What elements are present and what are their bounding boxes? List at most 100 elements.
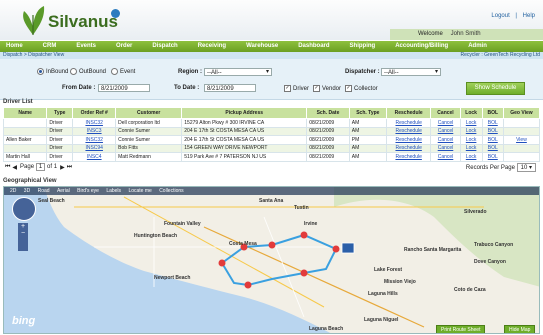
map-view[interactable]: 2D 3D Road Aerial Bird's eye Labels Loca…	[3, 186, 540, 334]
radio-inbound[interactable]: InBound	[37, 68, 68, 75]
last-page-icon[interactable]: ⏭	[67, 164, 72, 171]
map-locate-me[interactable]: Locate me	[128, 188, 151, 194]
checkbox-vendor[interactable]: ✓ Vendor	[313, 85, 341, 92]
bol-link[interactable]: BOL	[481, 143, 504, 153]
nav-admin[interactable]: Admin	[462, 41, 501, 52]
brand-logo[interactable]: Silvanus	[18, 3, 120, 37]
map-marker[interactable]	[300, 231, 308, 239]
reschedule-link[interactable]: Reschedule	[385, 118, 432, 128]
map-marker[interactable]	[218, 259, 226, 267]
prev-page-icon[interactable]: ◀	[12, 164, 17, 171]
nav-receiving[interactable]: Receiving	[192, 41, 240, 52]
lock-link[interactable]: Lock	[459, 143, 483, 153]
geo-view-link[interactable]	[502, 118, 541, 128]
help-link[interactable]: Help	[523, 13, 535, 19]
reschedule-link[interactable]: Reschedule	[385, 126, 432, 136]
col-sch-type[interactable]: Sch. Type	[348, 107, 387, 119]
geo-view-link[interactable]	[502, 126, 541, 136]
lock-link[interactable]: Lock	[459, 118, 483, 128]
radio-event-dot[interactable]	[111, 68, 118, 75]
col-customer[interactable]: Customer	[115, 107, 183, 119]
geo-view-link[interactable]	[502, 152, 541, 162]
next-page-icon[interactable]: ▶	[60, 164, 65, 171]
bol-link[interactable]: BOL	[481, 126, 504, 136]
checkbox-driver-box[interactable]: ✓	[284, 85, 291, 92]
cell-type: Driver	[46, 143, 74, 153]
map-compass-icon[interactable]	[12, 197, 36, 221]
map-zoom-control[interactable]: + −	[18, 223, 28, 251]
cancel-link[interactable]: Cancel	[430, 152, 461, 162]
map-mode-3d[interactable]: 3D	[24, 188, 30, 194]
radio-event-label: Event	[120, 68, 136, 75]
nav-dispatch[interactable]: Dispatch	[146, 41, 191, 52]
lock-link[interactable]: Lock	[459, 135, 483, 145]
bol-link[interactable]: BOL	[481, 152, 504, 162]
radio-inbound-dot[interactable]	[37, 68, 44, 75]
print-route-sheet-button[interactable]: Print Route Sheet	[436, 325, 486, 333]
nav-warehouse[interactable]: Warehouse	[240, 41, 292, 52]
first-page-icon[interactable]: ⏮	[5, 164, 10, 171]
map-collections[interactable]: Collections	[159, 188, 183, 194]
nav-shipping[interactable]: Shipping	[344, 41, 390, 52]
geo-view-link[interactable]: View	[502, 135, 541, 145]
nav-accounting-billing[interactable]: Accounting/Billing	[389, 41, 462, 52]
radio-outbound[interactable]: OutBound	[70, 68, 106, 75]
checkbox-collector[interactable]: ✓ Collector	[345, 85, 378, 92]
region-select[interactable]: --All--	[204, 68, 272, 76]
geo-view-link[interactable]	[502, 143, 541, 153]
zoom-out-icon[interactable]: −	[18, 230, 28, 237]
nav-order[interactable]: Order	[110, 41, 146, 52]
map-mode-aerial[interactable]: Aerial	[57, 188, 70, 194]
lock-link[interactable]: Lock	[459, 126, 483, 136]
map-mode-road[interactable]: Road	[38, 188, 50, 194]
col-name[interactable]: Name	[2, 107, 48, 119]
nav-crm[interactable]: CRM	[37, 41, 71, 52]
from-date-input[interactable]: 8/21/2009	[98, 84, 150, 92]
page-input[interactable]: 1	[36, 163, 46, 171]
map-marker[interactable]	[332, 245, 340, 253]
show-schedule-button[interactable]: Show Schedule	[466, 82, 525, 95]
nav-events[interactable]: Events	[70, 41, 110, 52]
order-ref-link[interactable]: INSC94	[72, 143, 117, 153]
col-type[interactable]: Type	[46, 107, 74, 119]
dispatcher-select[interactable]: --All--	[381, 68, 441, 76]
map-marker[interactable]	[300, 269, 308, 277]
cancel-link[interactable]: Cancel	[430, 143, 461, 153]
checkbox-driver[interactable]: ✓ Driver	[284, 85, 309, 92]
checkbox-collector-box[interactable]: ✓	[345, 85, 352, 92]
col-pickup-address[interactable]: Pickup Address	[181, 107, 308, 119]
map-mode-2d[interactable]: 2D	[10, 188, 16, 194]
order-ref-link[interactable]: INSC4	[72, 152, 117, 162]
radio-event[interactable]: Event	[111, 68, 135, 75]
col-sch-date[interactable]: Sch. Date	[306, 107, 350, 119]
zoom-in-icon[interactable]: +	[18, 223, 28, 230]
radio-outbound-dot[interactable]	[70, 68, 77, 75]
logout-link[interactable]: Logout	[491, 13, 509, 19]
cancel-link[interactable]: Cancel	[430, 126, 461, 136]
map-selected-marker[interactable]	[341, 242, 355, 254]
reschedule-link[interactable]: Reschedule	[385, 143, 432, 153]
map-mode-birds-eye[interactable]: Bird's eye	[77, 188, 99, 194]
nav-home[interactable]: Home	[0, 41, 37, 52]
to-date-input[interactable]: 8/21/2009	[204, 84, 256, 92]
reschedule-link[interactable]: Reschedule	[385, 152, 432, 162]
col-order-ref[interactable]: Order Ref #	[72, 107, 117, 119]
order-ref-link[interactable]: INSC3	[72, 126, 117, 136]
map-marker[interactable]	[244, 281, 252, 289]
map-labels-toggle[interactable]: Labels	[106, 188, 121, 194]
records-per-page-select[interactable]: 10 ▾	[516, 163, 536, 172]
reschedule-link[interactable]: Reschedule	[385, 135, 432, 145]
hide-map-button[interactable]: Hide Map	[504, 325, 536, 333]
cancel-link[interactable]: Cancel	[430, 118, 461, 128]
map-marker[interactable]	[268, 241, 276, 249]
checkbox-vendor-box[interactable]: ✓	[313, 85, 320, 92]
bol-link[interactable]: BOL	[481, 118, 504, 128]
bol-link[interactable]: BOL	[481, 135, 504, 145]
order-ref-link[interactable]: INSC32	[72, 118, 117, 128]
cancel-link[interactable]: Cancel	[430, 135, 461, 145]
lock-link[interactable]: Lock	[459, 152, 483, 162]
nav-dashboard[interactable]: Dashboard	[292, 41, 343, 52]
cell-type: Driver	[46, 135, 74, 145]
order-ref-link[interactable]: INSC32	[72, 135, 117, 145]
breadcrumb-path[interactable]: Dispatch > Dispatcher View	[3, 52, 64, 58]
